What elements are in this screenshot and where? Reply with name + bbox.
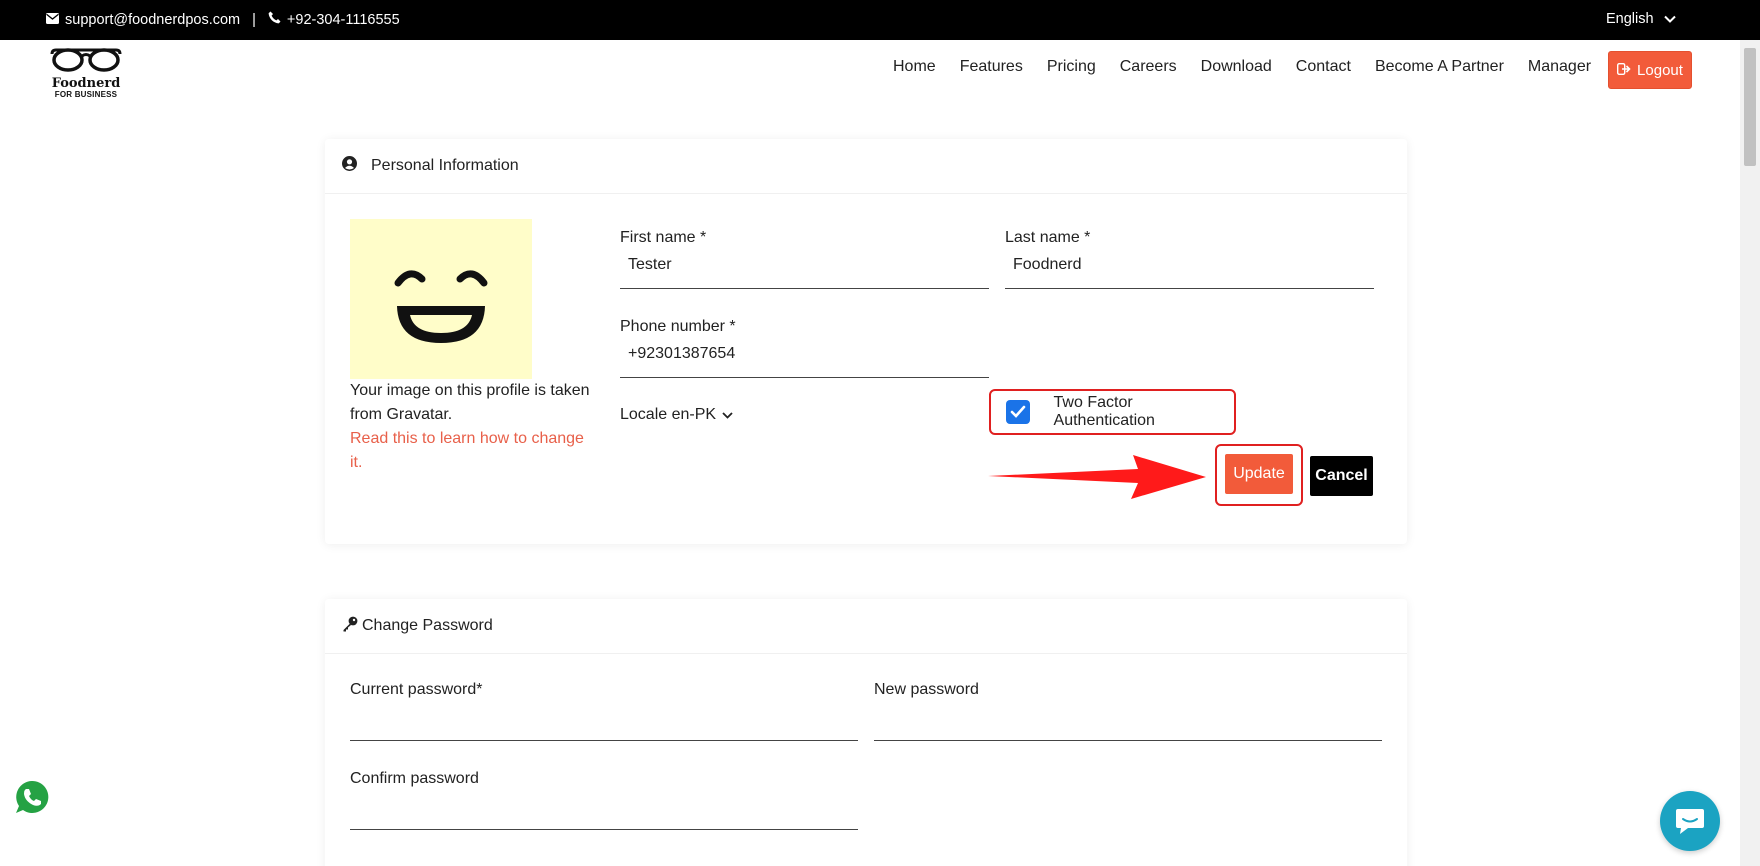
checkmark-icon [1010,405,1026,418]
update-highlight: Update [1215,444,1303,506]
last-name-input[interactable]: Foodnerd [1005,247,1374,289]
support-email[interactable]: support@foodnerdpos.com [65,12,240,28]
user-circle-icon [342,156,357,176]
new-password-group: New password [874,681,1382,741]
phone-number-input[interactable]: +92301387654 [620,336,989,378]
cancel-button[interactable]: Cancel [1310,456,1373,496]
logout-button[interactable]: Logout [1608,51,1692,89]
smiley-icon [394,270,488,343]
current-password-label: Current password* [350,681,483,698]
locale-label: Locale en-PK [620,406,717,423]
current-password-input[interactable] [350,699,858,741]
new-password-input[interactable] [874,699,1382,741]
personal-information-title: Personal Information [371,157,519,174]
gravatar-text: Your image on this profile is taken from… [350,382,590,423]
update-button[interactable]: Update [1225,454,1293,494]
current-password-group: Current password* [350,681,858,741]
confirm-password-input[interactable] [350,788,858,830]
last-name-group: Last name * Foodnerd [1005,229,1374,289]
confirm-password-group: Confirm password [350,770,858,830]
new-password-label: New password [874,681,979,698]
avatar-description: Your image on this profile is taken from… [350,379,590,475]
logo-brand: Foodnerd [51,76,121,91]
glasses-icon [50,48,122,72]
phone-number-label: Phone number * [620,318,736,335]
nav-become-partner[interactable]: Become A Partner [1375,58,1504,76]
change-password-title: Change Password [362,617,493,634]
scrollbar-thumb[interactable] [1744,48,1756,166]
site-header: Foodnerd FOR BUSINESS Home Features Pric… [0,40,1740,108]
language-label: English [1606,11,1654,27]
key-icon [342,616,358,637]
confirm-password-label: Confirm password [350,770,479,787]
chevron-down-icon [722,406,733,424]
nav-download[interactable]: Download [1201,58,1272,76]
whatsapp-button[interactable] [14,779,50,815]
two-factor-checkbox[interactable] [1006,400,1030,424]
two-factor-highlight: Two Factor Authentication [989,389,1236,435]
main-nav: Home Features Pricing Careers Download C… [893,58,1599,76]
gravatar-help-link[interactable]: Read this to learn how to change it. [350,427,590,475]
first-name-label: First name * [620,229,707,246]
nav-careers[interactable]: Careers [1120,58,1177,76]
language-selector[interactable]: English [1606,11,1676,27]
whatsapp-icon [16,780,49,813]
contact-info: support@foodnerdpos.com | +92-304-111655… [46,11,400,28]
chevron-down-icon [1663,11,1676,27]
change-password-card: Change Password Current password* New pa… [325,599,1407,866]
nav-contact[interactable]: Contact [1296,58,1351,76]
nav-manager[interactable]: Manager [1528,58,1591,76]
first-name-group: First name * Tester [620,229,989,289]
envelope-icon [46,12,59,28]
logo-sub: FOR BUSINESS [54,90,118,99]
two-factor-label: Two Factor Authentication [1053,394,1155,429]
live-chat-button[interactable] [1660,791,1720,851]
phone-number-group: Phone number * +92301387654 [620,318,989,378]
phone-icon [268,11,281,28]
page-scrollbar[interactable] [1740,40,1760,866]
chat-icon [1676,809,1704,834]
arrow-annotation-icon [988,455,1206,499]
logout-label: Logout [1637,61,1683,79]
nav-home[interactable]: Home [893,58,936,76]
change-password-header: Change Password [325,599,1407,654]
sign-out-icon [1617,62,1631,79]
first-name-input[interactable]: Tester [620,247,989,289]
personal-information-header: Personal Information [325,139,1407,194]
separator: | [252,11,256,28]
avatar [350,219,532,379]
locale-selector[interactable]: Locale en-PK [620,406,733,424]
foodnerd-logo[interactable]: Foodnerd FOR BUSINESS [46,46,126,99]
top-contact-bar: support@foodnerdpos.com | +92-304-111655… [0,0,1760,40]
nav-features[interactable]: Features [960,58,1023,76]
nav-pricing[interactable]: Pricing [1047,58,1096,76]
last-name-label: Last name * [1005,229,1091,246]
personal-information-card: Personal Information Your image on this … [325,139,1407,544]
support-phone[interactable]: +92-304-1116555 [287,12,400,28]
